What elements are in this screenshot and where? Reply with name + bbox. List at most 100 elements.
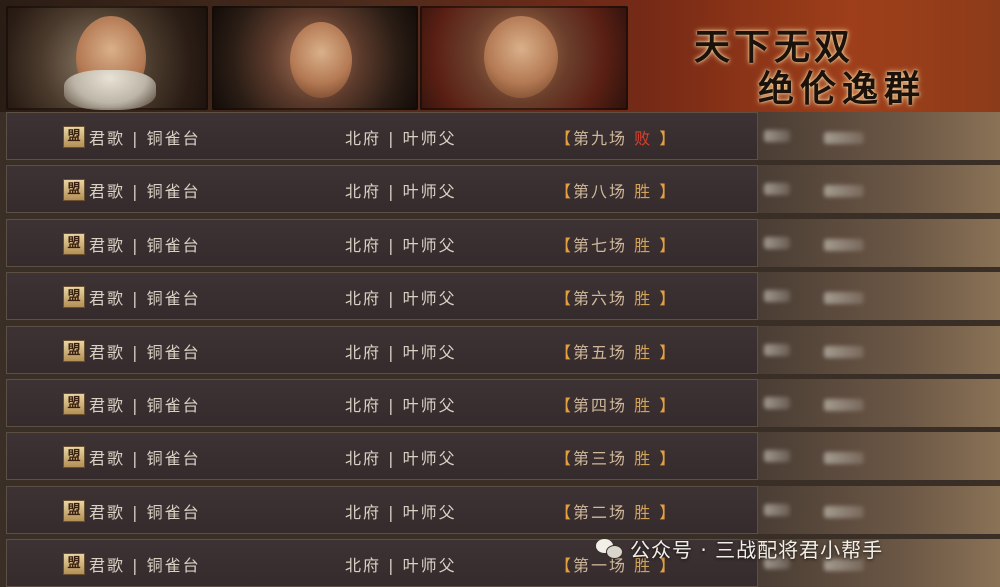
redacted-text (824, 399, 864, 411)
match-row[interactable]: 盟君歌 | 铜雀台 北府 | 叶师父 【第九场 败 】 (6, 112, 758, 160)
player-name: 北府 | 叶师父 (345, 396, 457, 415)
bracket-left: 【 (555, 396, 574, 415)
redacted-text (764, 504, 790, 516)
match-result: 【第二场 胜 】 (555, 499, 677, 523)
redacted-opponent-cell (758, 165, 1000, 213)
bracket-right: 】 (659, 449, 678, 468)
match-row[interactable]: 盟君歌 | 铜雀台 北府 | 叶师父 【第八场 胜 】 (6, 165, 758, 213)
match-number: 第二场 (573, 503, 628, 522)
redacted-text (764, 237, 790, 249)
bracket-right: 】 (659, 503, 678, 522)
alliance-name: 君歌 | 铜雀台 (89, 236, 201, 255)
watermark: 公众号 · 三战配将君小帮手 (596, 533, 883, 563)
redacted-text (824, 506, 864, 518)
redacted-text (764, 344, 790, 356)
match-result: 【第五场 胜 】 (555, 339, 677, 363)
match-outcome: 胜 (634, 236, 653, 255)
match-number: 第七场 (573, 236, 628, 255)
wechat-icon (596, 537, 623, 559)
player-name: 北府 | 叶师父 (345, 449, 457, 468)
match-outcome: 败 (634, 129, 653, 148)
redacted-text (824, 239, 864, 251)
bracket-right: 】 (659, 343, 678, 362)
alliance-name: 君歌 | 铜雀台 (89, 182, 201, 201)
redacted-text (824, 132, 864, 144)
player-name: 北府 | 叶师父 (345, 129, 457, 148)
bracket-right: 】 (659, 236, 678, 255)
player-name: 北府 | 叶师父 (345, 556, 457, 575)
portrait-mustached-general (420, 6, 628, 110)
alliance-name: 君歌 | 铜雀台 (89, 556, 201, 575)
bracket-left: 【 (555, 236, 574, 255)
match-record-list: 盟君歌 | 铜雀台 北府 | 叶师父 【第九场 败 】盟君歌 | 铜雀台 北府 | 叶… (0, 112, 1000, 587)
match-row[interactable]: 盟君歌 | 铜雀台 北府 | 叶师父 【第六场 胜 】 (6, 272, 758, 320)
redacted-text (764, 130, 790, 142)
match-outcome: 胜 (634, 503, 653, 522)
bracket-left: 【 (555, 182, 574, 201)
alliance-flag-icon: 盟 (63, 500, 85, 522)
redacted-text (824, 346, 864, 358)
match-outcome: 胜 (634, 396, 653, 415)
alliance-name: 君歌 | 铜雀台 (89, 503, 201, 522)
match-outcome: 胜 (634, 343, 653, 362)
alliance-name: 君歌 | 铜雀台 (89, 343, 201, 362)
match-number: 第九场 (573, 129, 628, 148)
hero-banner: 天下无双 绝伦逸群 (0, 0, 1000, 112)
match-number: 第六场 (573, 289, 628, 308)
alliance-name: 君歌 | 铜雀台 (89, 396, 201, 415)
match-row[interactable]: 盟君歌 | 铜雀台 北府 | 叶师父 【第三场 胜 】 (6, 432, 758, 480)
match-outcome: 胜 (634, 449, 653, 468)
alliance-flag-icon: 盟 (63, 393, 85, 415)
redacted-opponent-cell (758, 219, 1000, 267)
slogan-banner: 天下无双 绝伦逸群 (640, 0, 1000, 112)
alliance-name: 君歌 | 铜雀台 (89, 289, 201, 308)
portrait-young-general (212, 6, 418, 110)
bracket-left: 【 (555, 289, 574, 308)
bracket-left: 【 (555, 503, 574, 522)
match-row[interactable]: 盟君歌 | 铜雀台 北府 | 叶师父 【第四场 胜 】 (6, 379, 758, 427)
match-result: 【第三场 胜 】 (555, 445, 677, 469)
redacted-opponent-cell (758, 326, 1000, 374)
bracket-right: 】 (659, 396, 678, 415)
match-row[interactable]: 盟君歌 | 铜雀台 北府 | 叶师父 【第七场 胜 】 (6, 219, 758, 267)
alliance-flag-icon: 盟 (63, 286, 85, 308)
redacted-text (824, 185, 864, 197)
match-result: 【第九场 败 】 (555, 125, 677, 149)
player-name: 北府 | 叶师父 (345, 503, 457, 522)
portrait-face (290, 22, 352, 98)
slogan-line-2: 绝伦逸群 (758, 68, 927, 110)
bracket-left: 【 (555, 343, 574, 362)
redacted-text (764, 397, 790, 409)
redacted-opponent-cell (758, 112, 1000, 160)
alliance-flag-icon: 盟 (63, 233, 85, 255)
match-result: 【第六场 胜 】 (555, 285, 677, 309)
alliance-flag-icon: 盟 (63, 126, 85, 148)
player-name: 北府 | 叶师父 (345, 289, 457, 308)
bracket-right: 】 (659, 182, 678, 201)
redacted-opponent-cell (758, 432, 1000, 480)
redacted-text (824, 292, 864, 304)
bracket-left: 【 (555, 556, 574, 575)
match-number: 第五场 (573, 343, 628, 362)
bracket-right: 】 (659, 289, 678, 308)
redacted-text (764, 290, 790, 302)
alliance-flag-icon: 盟 (63, 446, 85, 468)
alliance-name: 君歌 | 铜雀台 (89, 449, 201, 468)
player-name: 北府 | 叶师父 (345, 343, 457, 362)
alliance-flag-icon: 盟 (63, 179, 85, 201)
alliance-flag-icon: 盟 (63, 553, 85, 575)
portrait-face (484, 16, 558, 98)
match-outcome: 胜 (634, 289, 653, 308)
match-number: 第四场 (573, 396, 628, 415)
bracket-left: 【 (555, 129, 574, 148)
bracket-left: 【 (555, 449, 574, 468)
portrait-beard (64, 70, 156, 110)
match-number: 第三场 (573, 449, 628, 468)
match-number: 第八场 (573, 182, 628, 201)
redacted-text (764, 183, 790, 195)
match-row[interactable]: 盟君歌 | 铜雀台 北府 | 叶师父 【第五场 胜 】 (6, 326, 758, 374)
match-result: 【第八场 胜 】 (555, 178, 677, 202)
portrait-elder-general (6, 6, 208, 110)
match-row[interactable]: 盟君歌 | 铜雀台 北府 | 叶师父 【第二场 胜 】 (6, 486, 758, 534)
redacted-opponent-cell (758, 379, 1000, 427)
